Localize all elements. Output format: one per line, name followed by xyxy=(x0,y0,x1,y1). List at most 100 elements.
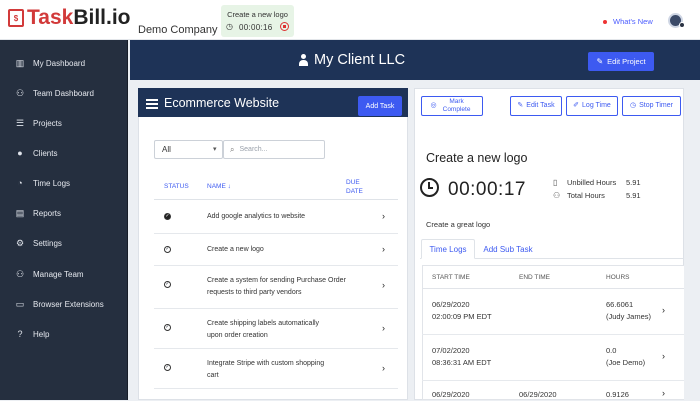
tasks-icon xyxy=(146,98,158,109)
sidebar-item-team-dashboard[interactable]: ⚇ Team Dashboard xyxy=(0,82,128,104)
table-row[interactable]: ✓ Create a new logo › xyxy=(154,234,398,266)
check-circle-icon[interactable]: ✓ xyxy=(164,246,171,253)
whats-new-link[interactable]: What's New xyxy=(603,17,653,26)
invoice-icon: ▯ xyxy=(553,178,558,187)
add-task-button[interactable]: Add Task xyxy=(358,96,402,116)
gear-icon: ⚙ xyxy=(15,237,25,248)
column-header-start-time: START TIME xyxy=(432,274,470,281)
sidebar-item-label: My Dashboard xyxy=(33,58,86,68)
user-icon: ● xyxy=(17,147,23,158)
chevron-right-icon[interactable]: › xyxy=(382,244,385,254)
chevron-right-icon[interactable]: › xyxy=(382,280,385,290)
company-name[interactable]: Demo Company xyxy=(138,24,217,36)
sidebar: ▥ My Dashboard ⚇ Team Dashboard ☰ Projec… xyxy=(0,40,128,400)
sidebar-item-label: Browser Extensions xyxy=(33,299,104,309)
stop-circle-icon[interactable] xyxy=(280,22,289,31)
sidebar-item-help[interactable]: ? Help xyxy=(0,323,128,345)
task-name: Add google analytics to website xyxy=(207,213,306,220)
columns-icon: ▥ xyxy=(15,57,25,68)
chevron-right-icon[interactable]: › xyxy=(382,323,385,333)
log-start-date: 07/02/2020 xyxy=(432,346,470,355)
question-icon: ? xyxy=(17,328,23,339)
status-filter-select[interactable]: All ▾ xyxy=(154,140,223,159)
app-logo[interactable]: $ TaskBill.io xyxy=(8,6,130,30)
total-label: Total Hours xyxy=(567,191,605,200)
sidebar-item-label: Settings xyxy=(33,238,62,248)
table-row[interactable]: 06/29/2020 02:00:09 PM EDT 66.6061 (Judy… xyxy=(422,289,684,335)
table-row[interactable]: ✓ Add google analytics to website › xyxy=(154,200,398,234)
filter-value: All xyxy=(162,145,171,154)
check-circle-icon[interactable]: ✓ xyxy=(164,324,171,331)
mark-complete-label: Mark Complete xyxy=(442,98,471,113)
user-icon xyxy=(298,54,309,66)
table-row[interactable]: ✓ Create shipping labels automatically u… xyxy=(154,309,398,349)
log-time-label: Log Time xyxy=(582,102,611,109)
column-header-end-time: END TIME xyxy=(519,274,550,281)
check-circle-filled-icon[interactable]: ✓ xyxy=(164,213,171,220)
task-name: Create a new logo xyxy=(207,246,264,253)
sidebar-item-reports[interactable]: ▤ Reports xyxy=(0,202,128,224)
logo-mark: $ xyxy=(13,13,19,23)
sidebar-item-time-logs[interactable]: ◔ Time Logs xyxy=(0,172,128,194)
sidebar-item-settings[interactable]: ⚙ Settings xyxy=(0,232,128,254)
sidebar-item-label: Manage Team xyxy=(33,269,84,279)
stop-timer-label: Stop Timer xyxy=(639,102,673,109)
sidebar-item-manage-team[interactable]: ⚇ Manage Team xyxy=(0,263,128,285)
unbilled-value: 5.91 xyxy=(626,178,641,187)
total-hours: ⚇ Total Hours 5.91 xyxy=(553,191,641,200)
client-title: My Client LLC xyxy=(298,52,405,68)
running-timer-widget[interactable]: Create a new logo ◷ 00:00:16 xyxy=(221,5,294,37)
tab-add-sub-task[interactable]: Add Sub Task xyxy=(478,239,538,259)
chevron-down-icon: ▾ xyxy=(213,146,217,153)
chevron-right-icon[interactable]: › xyxy=(662,388,665,398)
task-timer: 00:00:17 xyxy=(448,179,526,200)
chevron-right-icon[interactable]: › xyxy=(382,211,385,221)
mark-complete-button[interactable]: ◎ Mark Complete xyxy=(421,96,483,116)
search-placeholder: Search... xyxy=(239,146,268,153)
task-title: Create a new logo xyxy=(426,151,528,165)
logo-text-bill: Bill.io xyxy=(73,6,131,29)
sidebar-item-clients[interactable]: ● Clients xyxy=(0,142,128,164)
task-name: Integrate Stripe with custom shopping ca… xyxy=(207,360,325,379)
logo-text-task: Task xyxy=(27,6,74,29)
total-value: 5.91 xyxy=(626,191,641,200)
stop-timer-button[interactable]: ◷ Stop Timer xyxy=(622,96,681,116)
clock-icon: ◷ xyxy=(226,22,233,31)
sidebar-item-label: Time Logs xyxy=(33,178,71,188)
column-header-status[interactable]: STATUS xyxy=(164,183,189,190)
chevron-right-icon[interactable]: › xyxy=(662,305,665,315)
sidebar-item-projects[interactable]: ☰ Projects xyxy=(0,112,128,134)
tasks-icon: ☰ xyxy=(15,117,25,128)
log-start-time: 02:00:09 PM EDT xyxy=(432,312,492,321)
tab-time-logs[interactable]: Time Logs xyxy=(421,239,475,259)
log-start-date: 06/29/2020 xyxy=(432,390,470,399)
table-row[interactable]: ✓ Integrate Stripe with custom shopping … xyxy=(154,349,398,389)
column-header-name[interactable]: NAME ↓ xyxy=(207,183,231,190)
table-row[interactable]: ✓ Create a system for sending Purchase O… xyxy=(154,266,398,309)
edit-icon: ✎ xyxy=(517,102,524,109)
chevron-right-icon[interactable]: › xyxy=(662,351,665,361)
notification-dot-icon xyxy=(603,19,607,24)
table-row[interactable]: 07/02/2020 08:36:31 AM EDT 0.0 (Joe Demo… xyxy=(422,335,684,381)
edit-task-button[interactable]: ✎ Edit Task xyxy=(510,96,562,116)
invoice-icon: $ xyxy=(8,9,24,27)
sidebar-item-label: Team Dashboard xyxy=(33,88,94,98)
task-name: Create shipping labels automatically upo… xyxy=(207,320,320,339)
chevron-right-icon[interactable]: › xyxy=(382,363,385,373)
log-start-time: 08:36:31 AM EDT xyxy=(432,358,492,367)
sidebar-item-browser-extensions[interactable]: ▭ Browser Extensions xyxy=(0,293,128,315)
edit-project-label: Edit Project xyxy=(607,57,646,66)
check-circle-icon[interactable]: ✓ xyxy=(164,281,171,288)
column-header-due-date[interactable]: DUE DATE xyxy=(346,178,363,196)
log-time-button[interactable]: ✐ Log Time xyxy=(566,96,618,116)
client-name: My Client LLC xyxy=(314,52,406,68)
search-input[interactable]: ⌕ Search... xyxy=(223,140,325,159)
edit-project-button[interactable]: ✎ Edit Project xyxy=(588,52,654,71)
sidebar-item-my-dashboard[interactable]: ▥ My Dashboard xyxy=(0,52,128,74)
check-circle-icon[interactable]: ✓ xyxy=(164,364,171,371)
log-user: (Judy James) xyxy=(606,312,652,321)
users-cog-icon: ⚇ xyxy=(15,268,25,279)
logo-text: TaskBill.io xyxy=(27,6,130,30)
window-icon: ▭ xyxy=(15,298,25,309)
table-row[interactable]: 06/29/2020 06/29/2020 0.9126 › xyxy=(422,381,684,400)
